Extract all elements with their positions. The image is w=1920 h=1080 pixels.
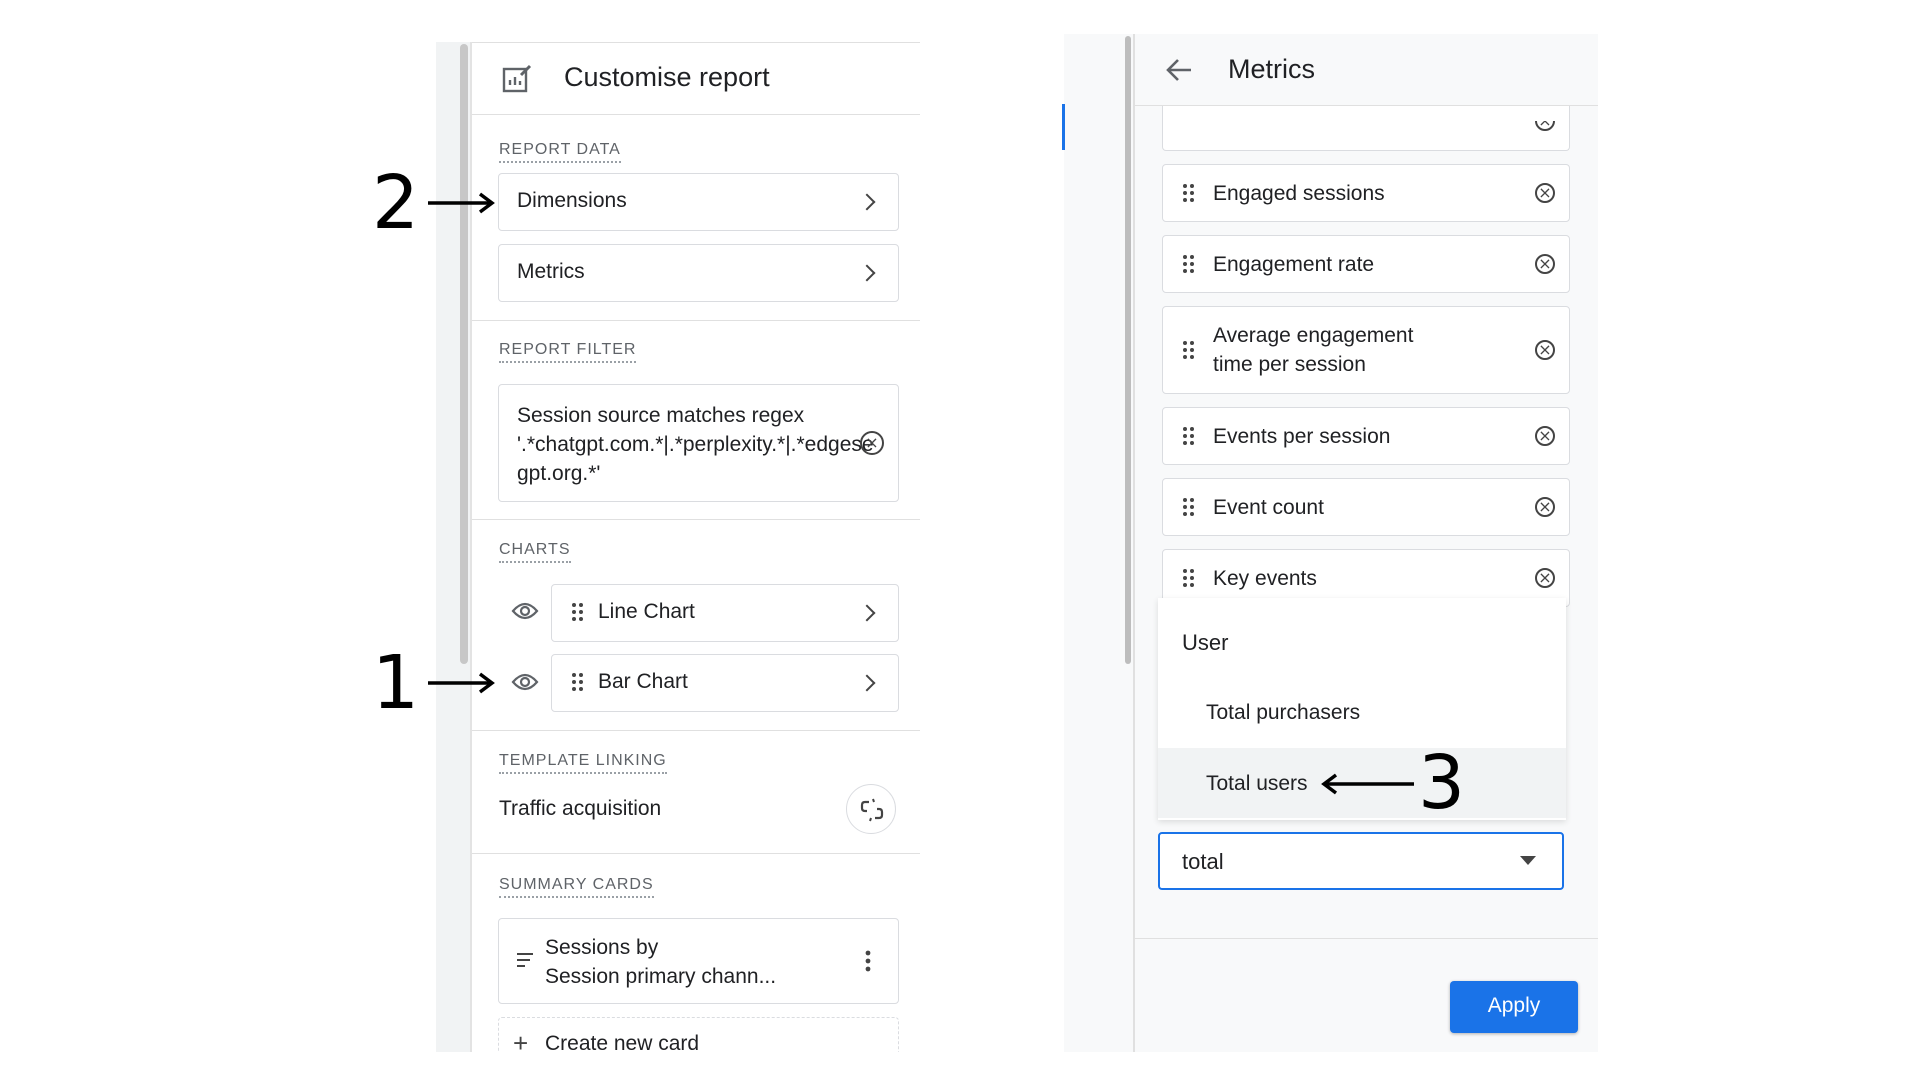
left-scrollbar[interactable] (460, 44, 468, 664)
summary-card-line: Sessions by (545, 936, 659, 959)
metric-label: Key events (1213, 567, 1317, 590)
apply-button[interactable]: Apply (1450, 981, 1578, 1033)
annotation-arrow (428, 672, 495, 694)
chevron-right-icon (858, 604, 876, 622)
dimensions-label: Dimensions (517, 189, 627, 212)
metric-label: Average engagement time per session (1213, 321, 1413, 379)
selection-indicator (1062, 104, 1065, 150)
section-label-report-data: REPORT DATA (499, 141, 621, 163)
metric-item-partial[interactable]: × (1162, 106, 1570, 151)
crop-mask (420, 1052, 940, 1080)
filter-line: Session source matches regex (517, 404, 805, 427)
divider (472, 730, 920, 731)
unlink-button[interactable] (846, 784, 896, 834)
chart-label: Line Chart (598, 600, 695, 623)
section-label-summary-cards: SUMMARY CARDS (499, 876, 654, 898)
crop-mask (1050, 1052, 1610, 1080)
metric-item[interactable]: Event count × (1162, 478, 1570, 536)
dimensions-button[interactable]: Dimensions (498, 173, 899, 231)
bar-list-icon (517, 953, 533, 967)
filter-text: Session source matches regex '.*chatgpt.… (517, 401, 874, 488)
chart-label: Bar Chart (598, 670, 688, 693)
divider (472, 320, 920, 321)
annotation-arrow (428, 192, 495, 214)
apply-label: Apply (1487, 994, 1541, 1017)
report-filter-chip[interactable]: Session source matches regex '.*chatgpt.… (498, 384, 899, 502)
summary-card-line: Session primary chann... (545, 965, 777, 988)
remove-filter-icon[interactable]: × (860, 431, 884, 455)
chevron-right-icon (858, 674, 876, 692)
menu-group-label: User (1182, 630, 1229, 655)
eye-icon[interactable] (511, 601, 539, 621)
divider (472, 519, 920, 520)
more-vert-icon[interactable] (865, 950, 871, 972)
drag-handle-icon[interactable] (1183, 498, 1195, 518)
remove-metric-icon[interactable]: × (1535, 183, 1555, 203)
remove-metric-icon[interactable]: × (1535, 497, 1555, 517)
annotation-number: 1 (372, 640, 420, 726)
chart-item-bar[interactable]: Bar Chart (551, 654, 899, 712)
divider (472, 114, 920, 115)
drag-handle-icon[interactable] (1183, 184, 1195, 204)
drag-handle-icon[interactable] (572, 673, 584, 693)
chevron-right-icon (858, 193, 876, 211)
filter-line: '.*chatgpt.com.*|.*perplexity.*|.*edgese (517, 433, 874, 456)
metrics-label: Metrics (517, 260, 585, 283)
metric-search-input[interactable]: total (1158, 832, 1564, 890)
section-label-template-linking: TEMPLATE LINKING (499, 752, 667, 774)
metric-item[interactable]: Events per session × (1162, 407, 1570, 465)
metric-label: Event count (1213, 496, 1324, 519)
dropdown-arrow-icon[interactable] (1520, 856, 1536, 866)
divider (472, 853, 920, 854)
right-scrollbar[interactable] (1125, 36, 1131, 664)
divider (1135, 938, 1598, 939)
back-arrow-icon[interactable] (1165, 58, 1193, 82)
section-label-charts: CHARTS (499, 541, 571, 563)
annotation-arrow (1321, 773, 1414, 795)
menu-option-label: Total purchasers (1206, 701, 1361, 724)
metric-label: Engagement rate (1213, 253, 1375, 276)
template-linking-value: Traffic acquisition (499, 797, 662, 820)
metric-item[interactable]: Average engagement time per session × (1162, 306, 1570, 394)
right-divider (1133, 34, 1135, 1052)
metric-label: Engaged sessions (1213, 182, 1385, 205)
report-edit-icon (502, 64, 532, 93)
summary-card-text: Sessions by Session primary chann... (545, 933, 776, 991)
section-label-report-filter: REPORT FILTER (499, 341, 637, 363)
drag-handle-icon[interactable] (1183, 427, 1195, 447)
link-off-icon (860, 798, 884, 822)
remove-metric-icon[interactable]: × (1535, 426, 1555, 446)
search-value: total (1182, 849, 1224, 874)
menu-option[interactable]: Total purchasers (1158, 680, 1566, 746)
metric-label-line: time per session (1213, 353, 1366, 376)
metric-label: Events per session (1213, 425, 1391, 448)
drag-handle-icon[interactable] (1183, 569, 1195, 589)
remove-metric-icon[interactable]: × (1535, 340, 1555, 360)
annotation-number: 3 (1418, 740, 1466, 826)
eye-icon[interactable] (511, 672, 539, 692)
annotation-number: 2 (372, 160, 420, 246)
summary-card-item[interactable]: Sessions by Session primary chann... (498, 918, 899, 1004)
metric-item[interactable]: Engagement rate × (1162, 235, 1570, 293)
remove-metric-icon[interactable]: × (1535, 254, 1555, 274)
metric-label-line: Average engagement (1213, 324, 1414, 347)
remove-metric-icon[interactable]: × (1535, 121, 1555, 131)
chart-item-line[interactable]: Line Chart (551, 584, 899, 642)
filter-line: gpt.org.*' (517, 462, 601, 485)
right-gutter (1064, 34, 1134, 1052)
metrics-button[interactable]: Metrics (498, 244, 899, 302)
drag-handle-icon[interactable] (572, 603, 584, 623)
menu-option-label: Total users (1206, 772, 1308, 795)
drag-handle-icon[interactable] (1183, 341, 1195, 361)
metrics-panel-title: Metrics (1228, 54, 1315, 84)
drag-handle-icon[interactable] (1183, 255, 1195, 275)
panel-title: Customise report (564, 62, 770, 92)
metric-item[interactable]: Engaged sessions × (1162, 164, 1570, 222)
divider (472, 42, 920, 43)
chevron-right-icon (858, 264, 876, 282)
remove-metric-icon[interactable]: × (1535, 568, 1555, 588)
